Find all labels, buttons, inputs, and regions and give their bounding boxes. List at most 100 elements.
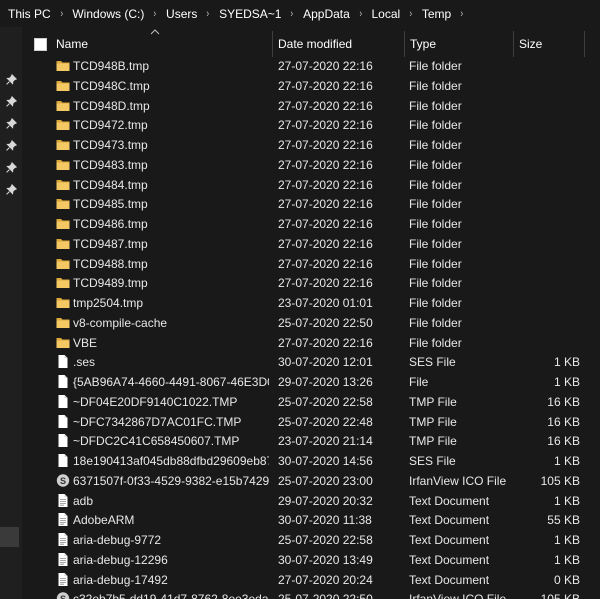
text-document-icon [56, 552, 70, 567]
file-row[interactable]: TCD9487.tmp 27-07-2020 22:16 File folder [22, 234, 600, 254]
file-row[interactable]: TCD9473.tmp 27-07-2020 22:16 File folder [22, 135, 600, 155]
file-date-modified: 27-07-2020 20:24 [278, 572, 373, 587]
pin-icon[interactable] [6, 140, 17, 151]
file-row[interactable]: S 6371507f-0f33-4529-9382-e15b74294... 25-… [22, 471, 600, 491]
file-row[interactable]: aria-debug-9772 25-07-2020 22:58 Text Docu… [22, 530, 600, 550]
file-name: aria-debug-9772 [73, 533, 162, 547]
breadcrumb-item-users[interactable]: Users [166, 7, 197, 21]
nav-selected-item[interactable] [0, 527, 19, 547]
file-size: 1 KB [553, 552, 580, 567]
file-type: IrfanView ICO File [409, 473, 507, 488]
file-name: TCD9485.tmp [73, 197, 148, 212]
file-date-modified: 27-07-2020 22:16 [278, 276, 373, 291]
file-type: File folder [409, 157, 462, 172]
file-date-modified: 25-07-2020 22:48 [278, 414, 373, 429]
file-row[interactable]: tmp2504.tmp 23-07-2020 01:01 File folder [22, 293, 600, 313]
folder-icon [56, 275, 70, 290]
file-row[interactable]: TCD9488.tmp 27-07-2020 22:16 File folder [22, 254, 600, 274]
file-row[interactable]: aria-debug-12296 30-07-2020 13:49 Text Doc… [22, 550, 600, 570]
file-type: File folder [409, 256, 462, 271]
file-date-modified: 27-07-2020 22:16 [278, 236, 373, 251]
file-row[interactable]: ~DF04E20DF9140C1022.TMP 25-07-2020 22:58 T… [22, 392, 600, 412]
file-row[interactable]: aria-debug-17492 27-07-2020 20:24 Text Doc… [22, 570, 600, 590]
file-name: adb [73, 493, 94, 508]
file-row[interactable]: TCD9472.tmp 27-07-2020 22:16 File folder [22, 115, 600, 135]
file-row[interactable]: ~DFDC2C41C658450607.TMP 23-07-2020 21:14 T… [22, 431, 600, 451]
file-date-modified: 27-07-2020 22:16 [278, 59, 373, 73]
file-icon [56, 374, 70, 389]
file-row[interactable]: TCD9489.tmp 27-07-2020 22:16 File folder [22, 273, 600, 293]
column-divider[interactable] [404, 31, 405, 57]
column-divider[interactable] [272, 31, 273, 57]
file-row[interactable]: TCD9484.tmp 27-07-2020 22:16 File folder [22, 175, 600, 195]
file-name: .ses [73, 355, 96, 370]
file-type: Text Document [409, 552, 490, 567]
breadcrumb-separator-icon[interactable]: › [410, 8, 413, 20]
file-type: File folder [409, 138, 462, 152]
irfanview-icon: S [56, 591, 70, 599]
pin-icon[interactable] [6, 184, 17, 195]
file-name: VBE [73, 335, 98, 350]
file-date-modified: 30-07-2020 13:49 [278, 552, 373, 567]
file-row[interactable]: {5AB96A74-4660-4491-8067-46E3D01... 29-07… [22, 372, 600, 392]
file-date-modified: 27-07-2020 22:16 [278, 177, 373, 192]
file-name: 6371507f-0f33-4529-9382-e15b74294... [73, 473, 269, 488]
folder-icon [56, 236, 70, 251]
breadcrumb-item-appdata[interactable]: AppData [303, 7, 350, 21]
file-size: 1 KB [553, 493, 580, 508]
file-date-modified: 30-07-2020 11:38 [278, 513, 372, 528]
file-date-modified: 25-07-2020 23:00 [278, 473, 373, 488]
breadcrumb-separator-icon[interactable]: › [359, 8, 362, 20]
file-type: File folder [409, 217, 462, 231]
file-row[interactable]: Sc32eb7b5-dd19-41d7-8762-8ee3eda8... 25-0… [22, 589, 600, 599]
file-icon [56, 414, 70, 429]
breadcrumb-item-windows-drive[interactable]: Windows (C:) [72, 7, 144, 21]
breadcrumb-item-this-pc[interactable]: This PC [8, 7, 51, 21]
file-row[interactable]: AdobeARM 30-07-2020 11:38 Text Document 55 … [22, 510, 600, 530]
breadcrumb-separator-icon[interactable]: › [154, 8, 157, 20]
file-type: Text Document [409, 493, 490, 508]
pin-icon[interactable] [6, 74, 17, 85]
pin-icon[interactable] [6, 96, 17, 107]
column-divider[interactable] [584, 31, 585, 57]
folder-icon [56, 117, 70, 132]
file-row[interactable]: v8-compile-cache 25-07-2020 22:50 File fol… [22, 313, 600, 333]
file-name: TCD9483.tmp [73, 157, 148, 172]
file-row[interactable]: TCD9485.tmp 27-07-2020 22:16 File folder [22, 194, 600, 214]
irfanview-icon: S [56, 473, 70, 488]
file-row[interactable]: 18e190413af045db88dfbd29609eb87... 30-07-… [22, 451, 600, 471]
file-name: c32eb7b5-dd19-41d7-8762-8ee3eda8... [73, 592, 269, 599]
file-name: 18e190413af045db88dfbd29609eb87... [73, 454, 269, 468]
file-row[interactable]: VBE 27-07-2020 22:16 File folder [22, 333, 600, 353]
file-row[interactable]: TCD948D.tmp 27-07-2020 22:16 File folder [22, 96, 600, 116]
file-type: TMP File [409, 434, 457, 449]
text-document-icon [56, 572, 70, 587]
file-row[interactable]: TCD948B.tmp 27-07-2020 22:16 File folder [22, 56, 600, 76]
file-name: TCD9487.tmp [73, 236, 148, 251]
breadcrumb-separator-icon[interactable]: › [207, 8, 210, 20]
file-name: TCD9472.tmp [73, 118, 148, 133]
file-type: File folder [409, 177, 462, 192]
folder-icon [56, 335, 70, 350]
pin-icon[interactable] [6, 118, 17, 129]
pin-icon[interactable] [6, 162, 17, 173]
vertical-scrollbar[interactable] [587, 61, 600, 599]
file-row[interactable]: TCD948C.tmp 27-07-2020 22:16 File folder [22, 76, 600, 96]
breadcrumb-separator-icon[interactable]: › [291, 8, 294, 20]
file-row[interactable]: TCD9486.tmp 27-07-2020 22:16 File folder [22, 214, 600, 234]
breadcrumb-separator-icon[interactable]: › [60, 8, 63, 20]
breadcrumb-item-user[interactable]: SYEDSA~1 [219, 7, 281, 21]
file-row[interactable]: TCD9483.tmp 27-07-2020 22:16 File folder [22, 155, 600, 175]
file-date-modified: 29-07-2020 13:26 [278, 375, 373, 389]
breadcrumb-separator-icon[interactable]: › [461, 8, 464, 20]
file-name: tmp2504.tmp [73, 296, 144, 310]
file-row[interactable]: adb 29-07-2020 20:32 Text Document 1 KB [22, 491, 600, 511]
folder-icon [56, 58, 70, 73]
folder-icon [56, 256, 70, 271]
file-row[interactable]: ~DFC7342867D7AC01FC.TMP 25-07-2020 22:48 T… [22, 412, 600, 432]
breadcrumb-item-local[interactable]: Local [371, 7, 400, 21]
file-row[interactable]: .ses 30-07-2020 12:01 SES File 1 KB [22, 352, 600, 372]
select-all-checkbox[interactable] [34, 38, 47, 51]
column-divider[interactable] [513, 31, 514, 57]
breadcrumb-item-temp[interactable]: Temp [422, 7, 451, 21]
